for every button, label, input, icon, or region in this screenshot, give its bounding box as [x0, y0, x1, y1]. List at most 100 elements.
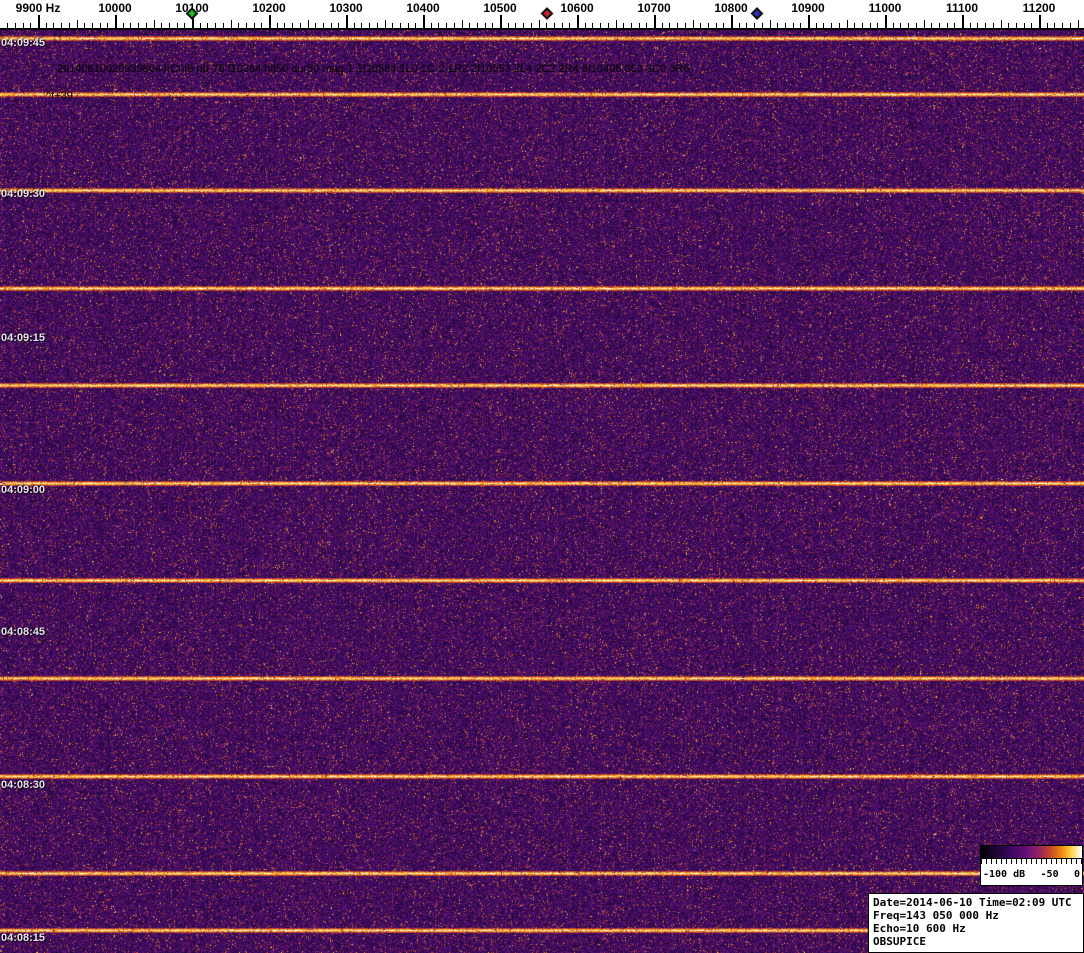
- ruler-tick: [115, 15, 117, 28]
- freq-tick-label: 10000: [98, 1, 132, 15]
- freq-tick-label: 10600: [560, 1, 594, 15]
- ruler-tick: [769, 20, 771, 28]
- ruler-tick: [276, 23, 278, 28]
- ruler-tick: [84, 23, 86, 28]
- ruler-tick: [592, 23, 594, 28]
- colorbar-labels: -100 dB -50 0: [981, 864, 1082, 884]
- ruler-tick: [615, 20, 617, 28]
- ruler-tick: [461, 20, 463, 28]
- ruler-tick: [954, 23, 956, 28]
- ruler-tick: [962, 15, 964, 28]
- ruler-tick: [715, 23, 717, 28]
- ruler-tick: [985, 23, 987, 28]
- ruler-tick: [476, 23, 478, 28]
- ruler-tick: [292, 23, 294, 28]
- ruler-tick: [415, 23, 417, 28]
- info-station-name: OBSUPICE: [873, 935, 926, 948]
- ruler-tick: [230, 20, 232, 28]
- ruler-tick: [161, 23, 163, 28]
- ruler-tick: [561, 23, 563, 28]
- ruler-tick: [915, 23, 917, 28]
- ruler-tick: [600, 23, 602, 28]
- ruler-tick: [823, 23, 825, 28]
- ruler-tick: [723, 23, 725, 28]
- ruler-tick: [684, 23, 686, 28]
- ruler-tick: [245, 23, 247, 28]
- observation-info-box: Date=2014-06-10 Time=02:09 UTC Freq=143 …: [868, 893, 1084, 953]
- time-label: 04:09:30: [1, 188, 46, 200]
- ruler-tick: [877, 23, 879, 28]
- ruler-tick: [91, 23, 93, 28]
- freq-tick-label: 11200: [1022, 1, 1056, 15]
- ruler-tick: [792, 23, 794, 28]
- colorbar-min-label: -100 dB: [983, 868, 1026, 880]
- spectrogram-area: 04:09:45 04:09:30 04:09:15 04:09:00 04:08:45…: [0, 30, 1084, 953]
- ruler-tick: [946, 23, 948, 28]
- ruler-tick: [861, 23, 863, 28]
- ruler-tick: [145, 23, 147, 28]
- spectrogram-canvas[interactable]: [0, 30, 1084, 953]
- colorbar-mid-label: -50: [1040, 868, 1059, 880]
- ruler-tick: [808, 15, 810, 28]
- ruler-tick: [1039, 15, 1041, 28]
- ruler-tick: [584, 23, 586, 28]
- ruler-tick: [908, 23, 910, 28]
- ruler-tick: [38, 15, 40, 28]
- time-label: 04:08:30: [1, 779, 46, 791]
- ruler-tick: [692, 20, 694, 28]
- ruler-tick: [969, 23, 971, 28]
- ruler-tick: [661, 23, 663, 28]
- ruler-tick: [815, 23, 817, 28]
- ruler-tick: [215, 23, 217, 28]
- ruler-tick: [1015, 23, 1017, 28]
- ruler-tick: [322, 23, 324, 28]
- ruler-tick: [176, 23, 178, 28]
- ruler-tick: [1031, 23, 1033, 28]
- ruler-tick: [338, 23, 340, 28]
- ruler-tick: [831, 23, 833, 28]
- ruler-tick: [892, 23, 894, 28]
- ruler-tick: [369, 23, 371, 28]
- ruler-tick: [838, 23, 840, 28]
- time-label: 04:09:45: [1, 37, 46, 49]
- ruler-tick: [53, 23, 55, 28]
- ruler-tick: [376, 23, 378, 28]
- ruler-tick: [353, 23, 355, 28]
- ruler-tick: [307, 20, 309, 28]
- ruler-tick: [1077, 20, 1079, 28]
- ruler-tick: [738, 23, 740, 28]
- ruler-tick: [153, 20, 155, 28]
- freq-tick-label: 10300: [329, 1, 363, 15]
- ruler-tick: [854, 23, 856, 28]
- ruler-tick: [800, 23, 802, 28]
- ruler-tick: [677, 23, 679, 28]
- info-frequency: Freq=143 050 000 Hz: [873, 909, 999, 922]
- time-label: 04:09:15: [1, 332, 46, 344]
- ruler-tick: [630, 23, 632, 28]
- ruler-tick: [669, 23, 671, 28]
- ruler-tick: [1023, 23, 1025, 28]
- ruler-tick: [446, 23, 448, 28]
- ruler-tick: [423, 15, 425, 28]
- ruler-tick: [122, 23, 124, 28]
- ruler-tick: [646, 23, 648, 28]
- frequency-ruler: 9900 Hz100001010010200103001040010500106…: [0, 0, 1084, 30]
- ruler-tick: [746, 23, 748, 28]
- ruler-tick: [7, 23, 9, 28]
- ruler-tick: [30, 23, 32, 28]
- ruler-tick: [515, 23, 517, 28]
- ruler-tick: [900, 23, 902, 28]
- ruler-tick: [453, 23, 455, 28]
- ruler-tick: [492, 23, 494, 28]
- ruler-tick: [407, 23, 409, 28]
- ruler-tick: [700, 23, 702, 28]
- ruler-tick: [784, 23, 786, 28]
- ruler-tick: [846, 20, 848, 28]
- red-frequency-marker-icon[interactable]: [540, 7, 554, 20]
- freq-tick-label: 9900 Hz: [15, 1, 61, 15]
- ruler-tick: [68, 23, 70, 28]
- ruler-tick: [654, 15, 656, 28]
- ruler-tick: [399, 23, 401, 28]
- blue-frequency-marker-icon[interactable]: [750, 7, 764, 20]
- ruler-tick: [754, 23, 756, 28]
